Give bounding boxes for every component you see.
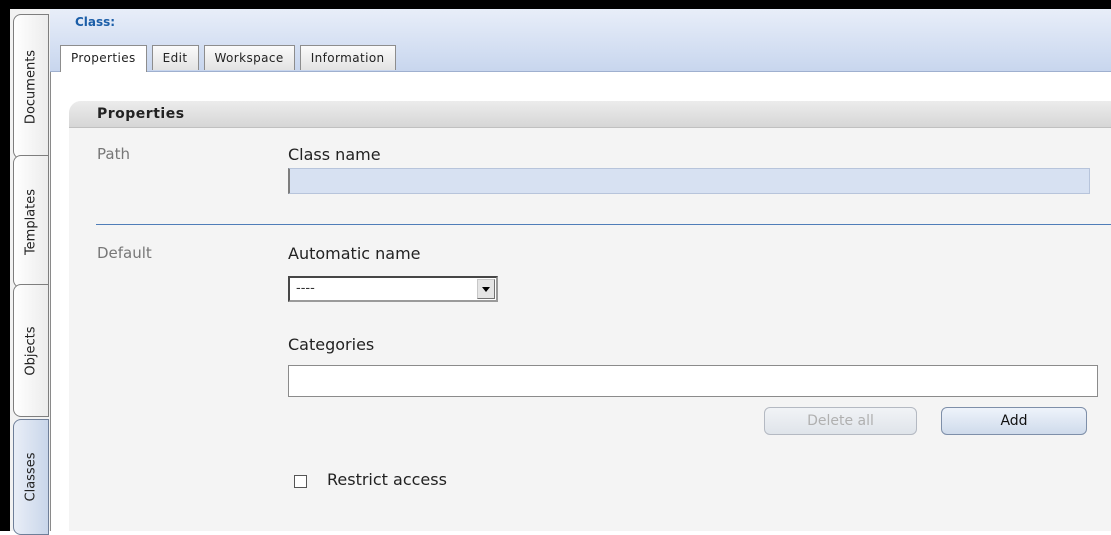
header-bar: Class: Properties Edit Workspace Informa…	[50, 9, 1111, 72]
tab-properties[interactable]: Properties	[60, 45, 147, 72]
categories-input[interactable]	[288, 365, 1098, 397]
path-section-label: Path	[97, 145, 130, 163]
class-name-label: Class name	[288, 145, 381, 164]
side-tab-label: Objects	[23, 325, 39, 376]
side-tab-bar: Documents Templates Objects Classes	[10, 9, 51, 535]
side-tab-templates[interactable]: Templates	[13, 155, 49, 288]
categories-label: Categories	[288, 335, 375, 354]
add-button[interactable]: Add	[941, 407, 1087, 435]
side-tab-label: Classes	[23, 452, 39, 502]
restrict-access-label: Restrict access	[327, 470, 447, 489]
section-divider	[96, 224, 1111, 225]
side-tab-objects[interactable]: Objects	[13, 284, 49, 417]
tab-workspace[interactable]: Workspace	[203, 45, 295, 70]
side-tab-documents[interactable]: Documents	[13, 14, 49, 159]
side-tab-label: Documents	[23, 49, 39, 124]
automatic-name-label: Automatic name	[288, 244, 421, 263]
restrict-access-checkbox[interactable]	[294, 475, 307, 488]
tab-strip: Properties Edit Workspace Information	[60, 45, 401, 72]
panel-title: Properties	[97, 106, 185, 122]
class-name-input[interactable]	[288, 168, 1090, 194]
side-tab-classes[interactable]: Classes	[13, 419, 49, 535]
page-title: Class:	[75, 15, 116, 29]
tab-edit[interactable]: Edit	[151, 45, 199, 70]
chevron-down-icon[interactable]	[477, 279, 495, 299]
automatic-name-select[interactable]: ----	[288, 276, 498, 302]
tab-information[interactable]: Information	[299, 45, 396, 70]
delete-all-button[interactable]: Delete all	[764, 407, 917, 435]
properties-panel: Properties Path Class name Default Autom…	[69, 101, 1111, 531]
automatic-name-value: ----	[296, 281, 315, 296]
default-section-label: Default	[97, 244, 152, 262]
side-tab-label: Templates	[23, 188, 39, 255]
window-frame-top	[0, 0, 1111, 9]
panel-header: Properties	[69, 101, 1111, 128]
window-frame-left	[0, 0, 10, 531]
